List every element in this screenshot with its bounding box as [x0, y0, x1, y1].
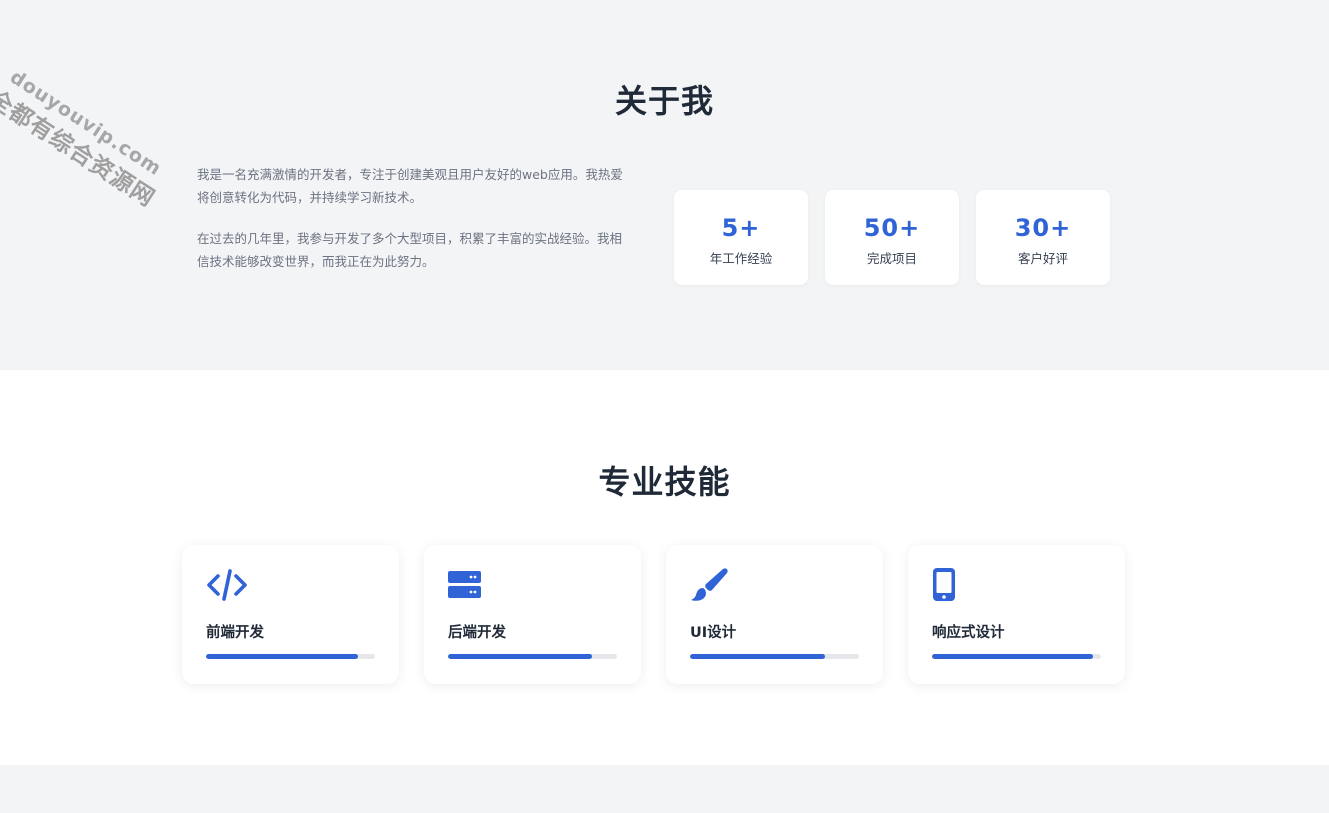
next-section-edge: [0, 765, 1329, 813]
skill-card-responsive: 响应式设计: [908, 545, 1125, 684]
stat-card-projects: 50+ 完成项目: [825, 190, 959, 285]
paintbrush-icon: [691, 568, 728, 601]
skill-name: UI设计: [690, 625, 737, 641]
skills-title: 专业技能: [598, 463, 731, 501]
stat-label: 年工作经验: [709, 251, 773, 266]
skill-card-ui-design: UI设计: [666, 545, 883, 684]
skill-progress-track: [448, 654, 617, 659]
about-title: 关于我: [614, 82, 714, 120]
skills-section: 专业技能 前端开发 后端开发 UI设计 响应式设计: [0, 370, 1329, 765]
skill-progress-fill: [932, 654, 1093, 659]
skill-progress-fill: [690, 654, 826, 659]
page: 关于我 我是一名充满激情的开发者，专注于创建美观且用户友好的web应用。我热爱将…: [0, 0, 1329, 813]
stat-label: 客户好评: [1017, 251, 1068, 266]
skill-name: 后端开发: [448, 625, 506, 641]
about-paragraph-2: 在过去的几年里，我参与开发了多个大型项目，积累了丰富的实战经验。我相信技术能够改…: [197, 231, 623, 269]
about-text: 我是一名充满激情的开发者，专注于创建美观且用户友好的web应用。我热爱将创意转化…: [197, 163, 632, 291]
code-icon: [207, 569, 247, 601]
skill-progress-fill: [206, 654, 359, 659]
stat-value: 5+: [721, 214, 761, 242]
skill-progress-track: [690, 654, 859, 659]
stat-card-experience: 5+ 年工作经验: [674, 190, 808, 285]
skill-progress-track: [206, 654, 375, 659]
stat-label: 完成项目: [866, 251, 917, 266]
mobile-icon: [933, 568, 955, 601]
skill-progress-fill: [448, 654, 592, 659]
skill-card-frontend: 前端开发: [182, 545, 399, 684]
about-paragraph-1: 我是一名充满激情的开发者，专注于创建美观且用户友好的web应用。我热爱将创意转化…: [197, 167, 623, 205]
skill-name: 响应式设计: [932, 625, 1005, 641]
stat-card-reviews: 30+ 客户好评: [976, 190, 1110, 285]
stat-value: 30+: [1014, 214, 1072, 242]
stat-value: 50+: [863, 214, 921, 242]
skill-progress-track: [932, 654, 1101, 659]
server-icon: [448, 571, 481, 598]
about-section: 关于我 我是一名充满激情的开发者，专注于创建美观且用户友好的web应用。我热爱将…: [0, 0, 1329, 370]
skill-card-backend: 后端开发: [424, 545, 641, 684]
skill-name: 前端开发: [206, 625, 264, 641]
